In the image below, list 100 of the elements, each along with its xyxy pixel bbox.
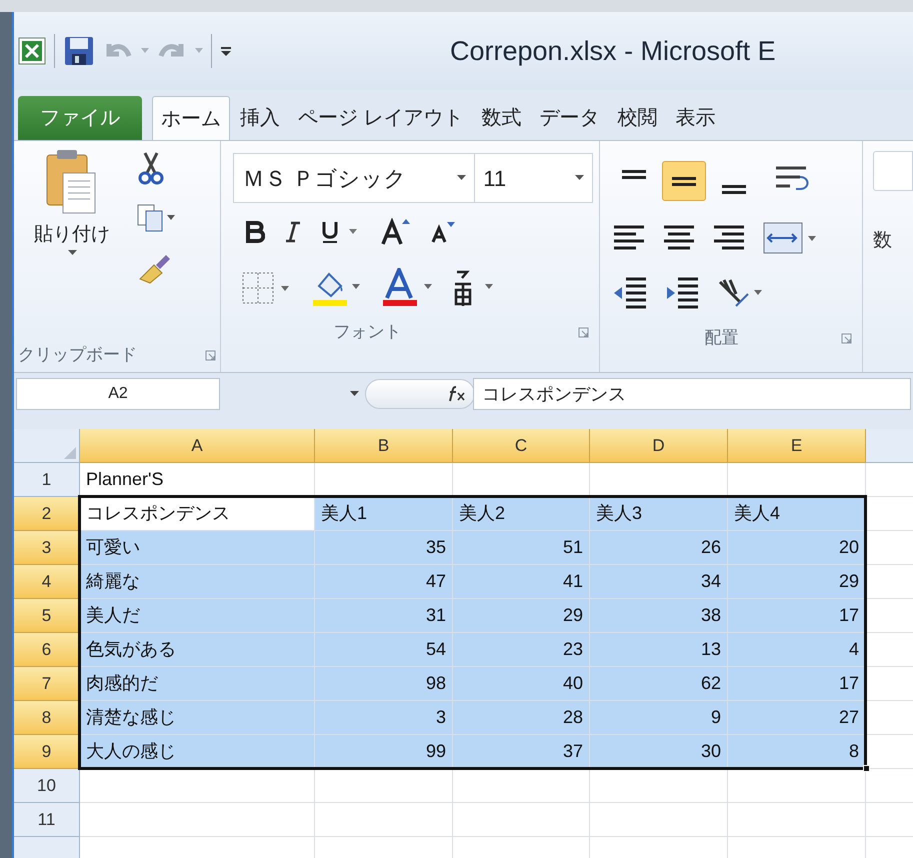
dialog-launcher-icon[interactable] bbox=[205, 350, 216, 360]
align-middle-button[interactable] bbox=[662, 161, 706, 201]
dropdown-arrow-icon[interactable] bbox=[350, 391, 359, 397]
decrease-indent-icon[interactable] bbox=[612, 276, 648, 310]
table-cell[interactable]: 29 bbox=[728, 565, 866, 599]
table-cell[interactable] bbox=[315, 769, 453, 803]
fill-handle[interactable] bbox=[863, 765, 870, 772]
table-cell[interactable]: 62 bbox=[590, 667, 728, 701]
column-header[interactable]: E bbox=[728, 429, 866, 463]
bold-icon[interactable] bbox=[245, 221, 266, 243]
table-cell[interactable]: 20 bbox=[728, 531, 866, 565]
scissors-icon[interactable] bbox=[136, 151, 166, 185]
table-cell[interactable]: 4 bbox=[728, 633, 866, 667]
table-cell[interactable]: 17 bbox=[728, 599, 866, 633]
italic-icon[interactable] bbox=[285, 221, 302, 243]
column-header[interactable]: B bbox=[315, 429, 453, 463]
ribbon-tab[interactable]: ページ レイアウト bbox=[290, 96, 472, 140]
column-header[interactable]: A bbox=[80, 429, 315, 463]
formula-input[interactable]: コレスポンデンス bbox=[473, 378, 911, 410]
table-cell[interactable] bbox=[728, 769, 866, 803]
ribbon-tab[interactable]: 数式 bbox=[474, 96, 530, 140]
table-cell[interactable]: 可愛い bbox=[80, 531, 315, 565]
table-cell[interactable]: 26 bbox=[590, 531, 728, 565]
table-cell[interactable] bbox=[80, 769, 315, 803]
ribbon-tab[interactable]: ホーム bbox=[152, 96, 230, 140]
table-cell[interactable]: 30 bbox=[590, 735, 728, 769]
table-cell[interactable]: 美人4 bbox=[728, 497, 866, 531]
decrease-font-size-icon[interactable] bbox=[431, 220, 458, 244]
table-cell[interactable]: 54 bbox=[315, 633, 453, 667]
save-icon[interactable] bbox=[63, 35, 95, 67]
row-header[interactable]: 3 bbox=[14, 531, 80, 565]
table-cell[interactable]: 色気がある bbox=[80, 633, 315, 667]
row-header[interactable]: 8 bbox=[14, 701, 80, 735]
column-header[interactable]: C bbox=[453, 429, 590, 463]
column-header[interactable]: D bbox=[590, 429, 728, 463]
row-header[interactable]: 10 bbox=[14, 769, 80, 803]
spreadsheet-icon[interactable] bbox=[18, 37, 46, 65]
table-cell[interactable]: 8 bbox=[728, 735, 866, 769]
align-center-icon[interactable] bbox=[662, 224, 696, 252]
table-cell[interactable]: コレスポンデンス bbox=[80, 497, 315, 531]
copy-icon[interactable] bbox=[136, 203, 176, 233]
row-header[interactable]: 1 bbox=[14, 463, 80, 497]
increase-indent-icon[interactable] bbox=[664, 276, 700, 310]
row-header[interactable]: 6 bbox=[14, 633, 80, 667]
row-header[interactable]: 5 bbox=[14, 599, 80, 633]
name-box[interactable]: A2 bbox=[16, 378, 220, 410]
increase-font-size-icon[interactable] bbox=[381, 218, 412, 246]
paste-button[interactable]: 貼り付け bbox=[22, 147, 122, 338]
table-cell[interactable] bbox=[590, 803, 728, 837]
font-size-dropdown[interactable]: 11 bbox=[475, 153, 594, 203]
table-cell[interactable]: 98 bbox=[315, 667, 453, 701]
table-cell[interactable]: 34 bbox=[590, 565, 728, 599]
table-cell[interactable]: 41 bbox=[453, 565, 590, 599]
table-cell[interactable]: 35 bbox=[315, 531, 453, 565]
table-cell[interactable]: 綺麗な bbox=[80, 565, 315, 599]
table-cell[interactable]: 37 bbox=[453, 735, 590, 769]
table-cell[interactable]: 17 bbox=[728, 667, 866, 701]
ribbon-tab[interactable]: 校閲 bbox=[610, 96, 666, 140]
table-cell[interactable]: 27 bbox=[728, 701, 866, 735]
dialog-launcher-icon[interactable] bbox=[841, 332, 852, 344]
table-cell[interactable]: 大人の感じ bbox=[80, 735, 315, 769]
table-cell[interactable]: 美人1 bbox=[315, 497, 453, 531]
row-header[interactable]: 2 bbox=[14, 497, 80, 531]
table-cell[interactable]: 38 bbox=[590, 599, 728, 633]
table-cell[interactable] bbox=[453, 803, 590, 837]
table-cell[interactable]: 47 bbox=[315, 565, 453, 599]
table-cell[interactable]: 23 bbox=[453, 633, 590, 667]
font-name-dropdown[interactable]: ＭＳ Ｐゴシック bbox=[233, 153, 476, 203]
align-right-icon[interactable] bbox=[712, 224, 746, 252]
table-cell[interactable]: 51 bbox=[453, 531, 590, 565]
file-tab[interactable]: ファイル bbox=[18, 96, 142, 140]
table-cell[interactable]: 29 bbox=[453, 599, 590, 633]
table-cell[interactable]: 28 bbox=[453, 701, 590, 735]
table-cell[interactable]: 13 bbox=[590, 633, 728, 667]
table-cell[interactable] bbox=[590, 769, 728, 803]
table-cell[interactable] bbox=[80, 803, 315, 837]
table-cell[interactable] bbox=[315, 803, 453, 837]
row-header[interactable]: 4 bbox=[14, 565, 80, 599]
row-header[interactable]: 7 bbox=[14, 667, 80, 701]
table-cell[interactable]: 31 bbox=[315, 599, 453, 633]
table-cell[interactable]: 美人2 bbox=[453, 497, 590, 531]
table-cell[interactable]: 肉感的だ bbox=[80, 667, 315, 701]
table-cell[interactable]: 9 bbox=[590, 701, 728, 735]
table-cell[interactable]: 3 bbox=[315, 701, 453, 735]
ribbon-tab[interactable]: 表示 bbox=[668, 96, 724, 140]
table-cell[interactable]: 99 bbox=[315, 735, 453, 769]
dialog-launcher-icon[interactable] bbox=[578, 326, 590, 338]
table-cell[interactable]: 美人だ bbox=[80, 599, 315, 633]
row-header[interactable]: 11 bbox=[14, 803, 80, 837]
customize-toolbar-icon[interactable] bbox=[220, 45, 232, 57]
ribbon-tab[interactable]: データ bbox=[532, 96, 608, 140]
table-cell[interactable]: 清楚な感じ bbox=[80, 701, 315, 735]
ribbon-tab[interactable]: 挿入 bbox=[232, 96, 288, 140]
align-left-icon[interactable] bbox=[612, 224, 646, 252]
function-icon[interactable] bbox=[447, 385, 467, 403]
table-cell[interactable]: 美人3 bbox=[590, 497, 728, 531]
table-cell[interactable]: 40 bbox=[453, 667, 590, 701]
row-header[interactable]: 9 bbox=[14, 735, 80, 769]
table-cell[interactable] bbox=[728, 803, 866, 837]
table-cell[interactable] bbox=[453, 769, 590, 803]
